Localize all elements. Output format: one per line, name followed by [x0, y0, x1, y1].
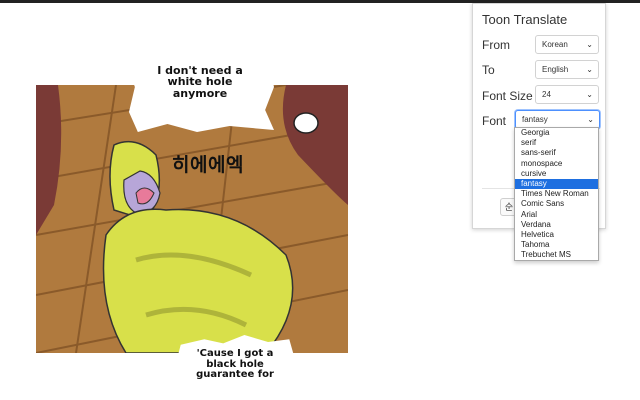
to-select-value: English — [542, 65, 569, 74]
font-option[interactable]: monospace — [515, 159, 598, 169]
speech-bubble-bottom-text: 'Cause I got a black hole guarantee for — [196, 348, 274, 380]
chevron-down-icon: ⌄ — [586, 40, 593, 49]
font-option[interactable]: Helvetica — [515, 230, 598, 240]
from-select[interactable]: Korean ⌄ — [535, 35, 599, 54]
font-option[interactable]: Trebuchet MS — [515, 250, 598, 260]
font-size-label: Font Size — [482, 89, 533, 103]
from-select-value: Korean — [542, 40, 568, 49]
font-option[interactable]: Georgia — [515, 128, 598, 138]
to-select[interactable]: English ⌄ — [535, 60, 599, 79]
font-option[interactable]: Tahoma — [515, 240, 598, 250]
font-select-value: fantasy — [522, 115, 548, 124]
font-option[interactable]: serif — [515, 138, 598, 148]
font-option[interactable]: Times New Roman — [515, 189, 598, 199]
font-option[interactable]: cursive — [515, 169, 598, 179]
font-size-select[interactable]: 24 ⌄ — [535, 85, 599, 104]
speech-bubble-top: I don't need a white hole anymore — [126, 32, 274, 132]
popup-title: Toon Translate — [482, 12, 568, 27]
speech-bubble-top-text: I don't need a white hole anymore — [157, 63, 243, 100]
speech-bubble-bottom: 'Cause I got a black hole guarantee for — [176, 335, 294, 400]
font-label: Font — [482, 114, 507, 128]
chevron-down-icon: ⌄ — [587, 115, 594, 124]
font-option[interactable]: Arial — [515, 210, 598, 220]
font-size-select-value: 24 — [542, 90, 551, 99]
font-option[interactable]: Verdana — [515, 220, 598, 230]
to-label: To — [482, 63, 495, 77]
chevron-down-icon: ⌄ — [586, 90, 593, 99]
right-figure-eye — [293, 112, 319, 134]
font-option[interactable]: Comic Sans — [515, 199, 598, 209]
font-dropdown-list[interactable]: Georgia serif sans-serif monospace cursive fa… — [514, 127, 599, 262]
sound-effect-text: 히에에엑 — [172, 154, 244, 176]
font-option[interactable]: fantasy — [515, 178, 598, 190]
chevron-down-icon: ⌄ — [586, 65, 593, 74]
font-option[interactable]: sans-serif — [515, 148, 598, 158]
from-label: From — [482, 38, 510, 52]
